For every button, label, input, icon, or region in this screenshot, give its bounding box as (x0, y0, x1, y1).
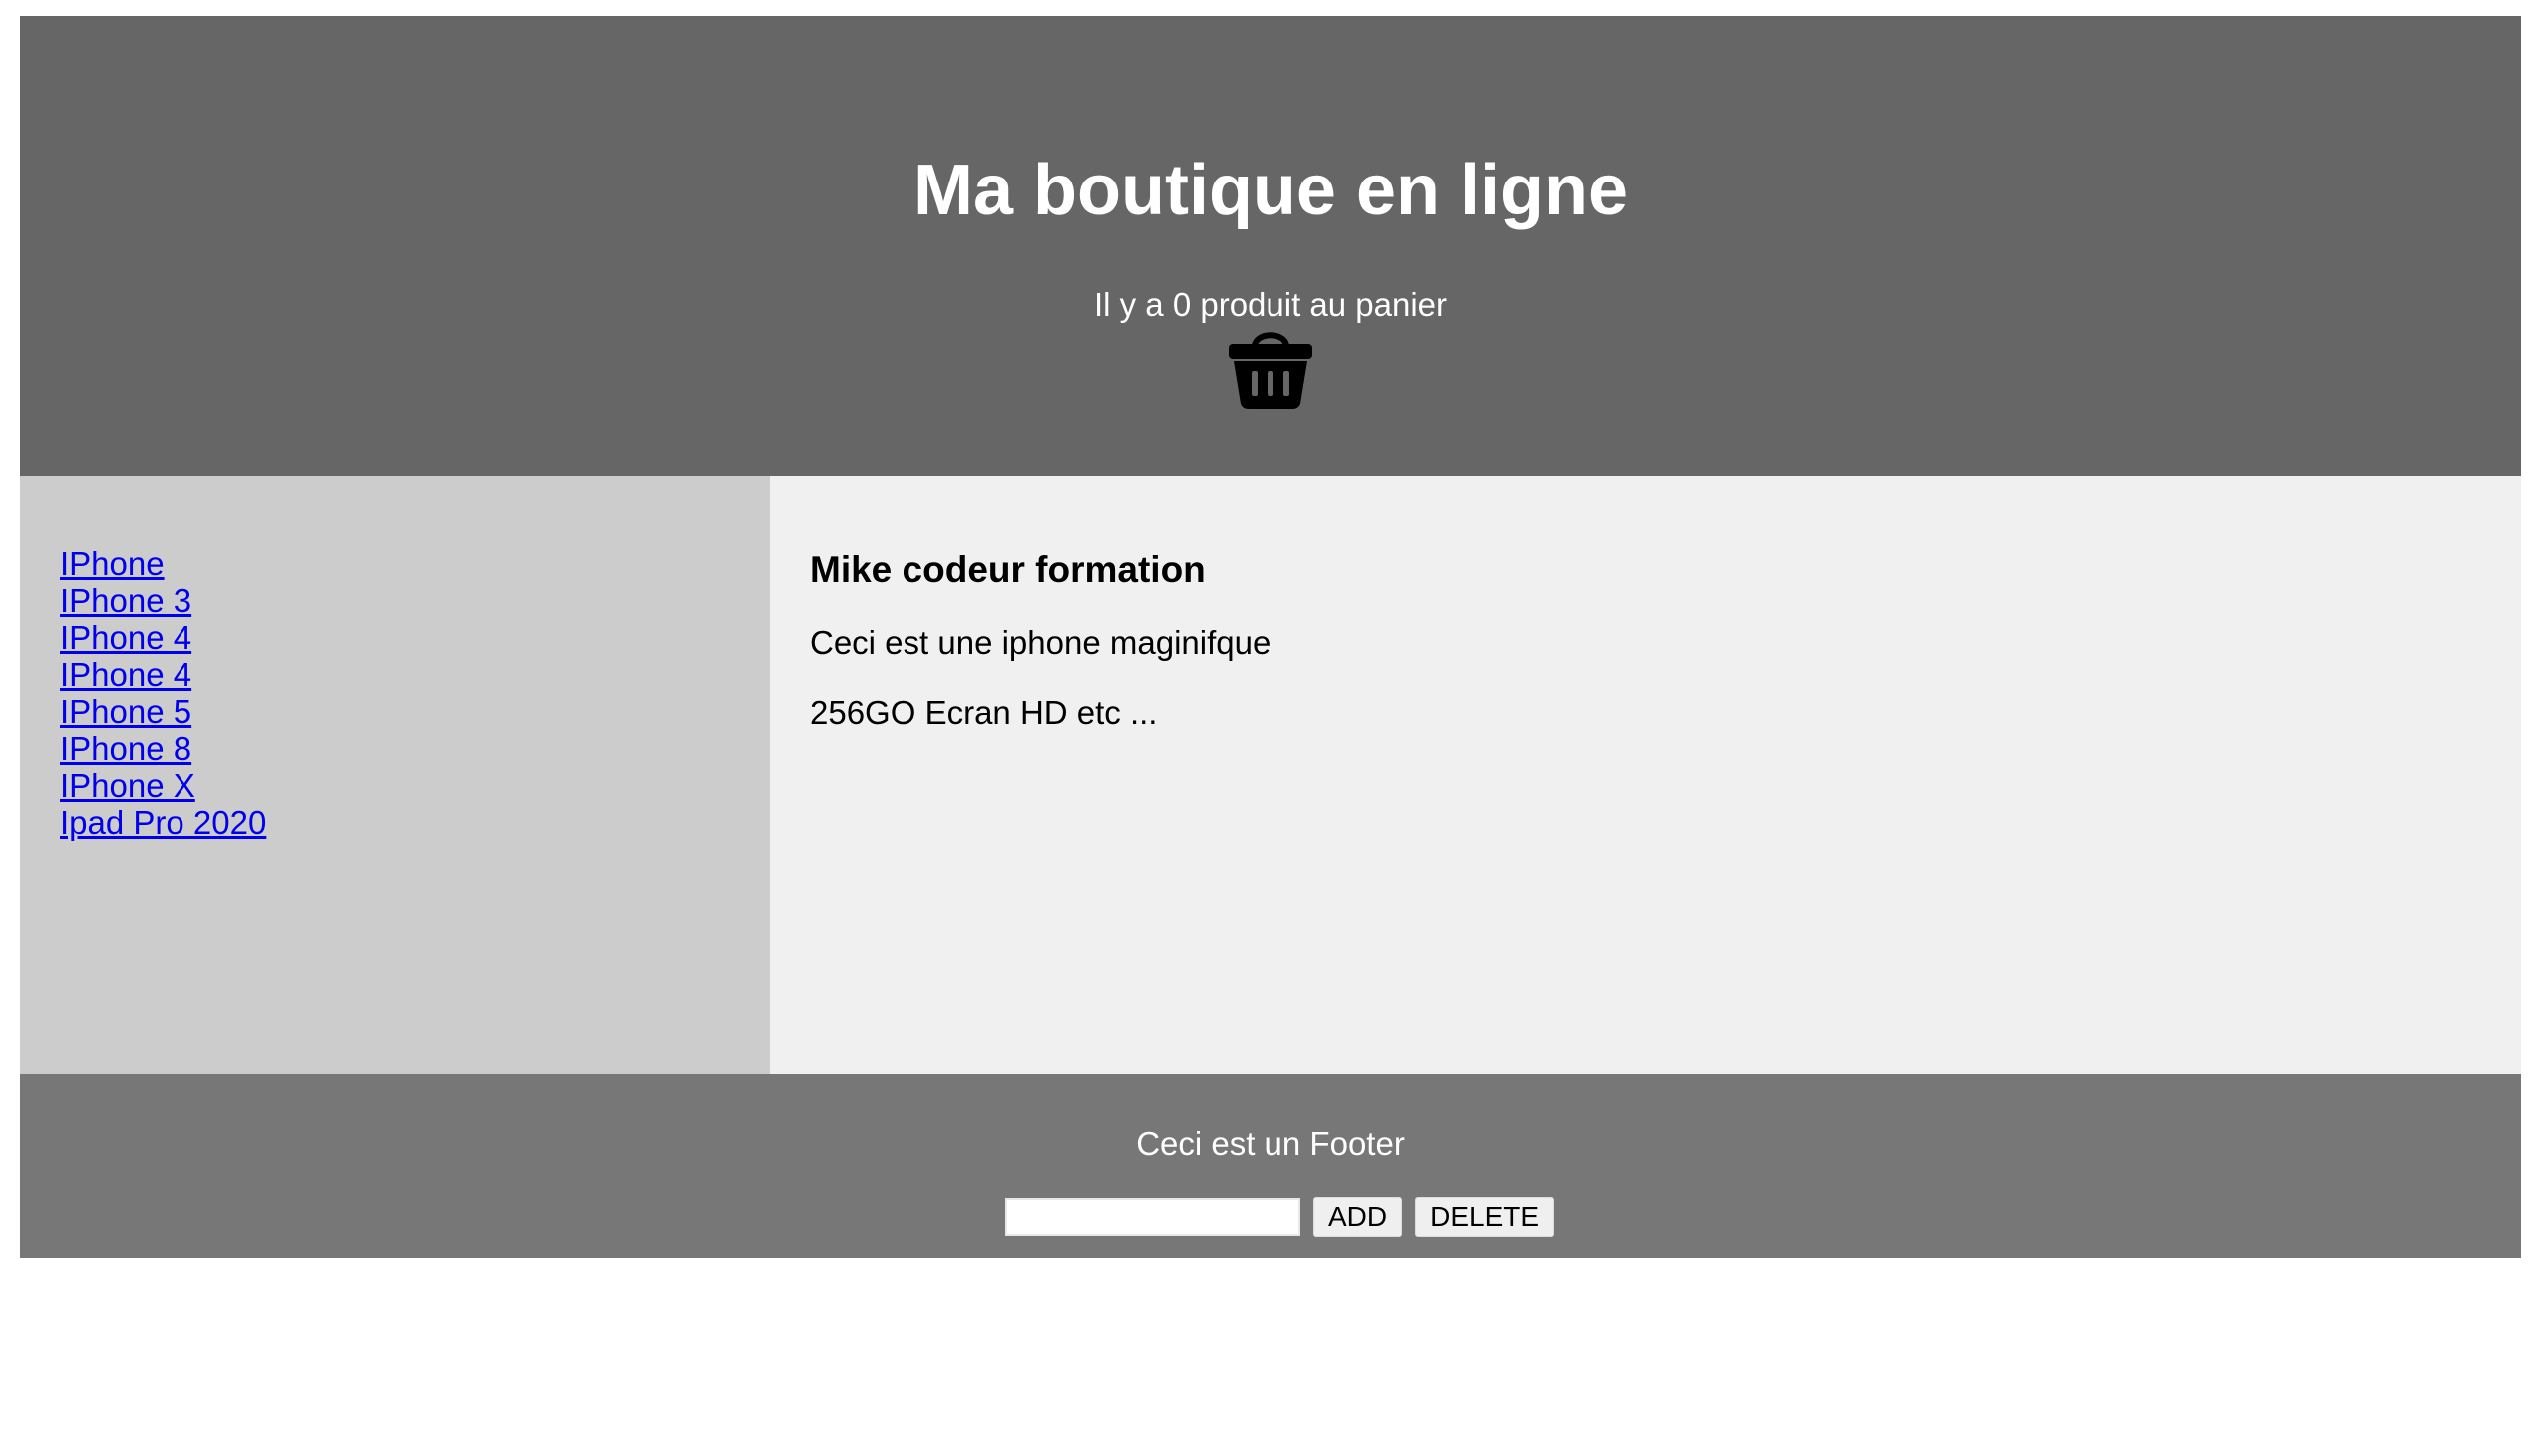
product-link[interactable]: IPhone 5 (60, 693, 191, 730)
delete-button[interactable]: DELETE (1415, 1197, 1555, 1237)
browser-window: Ma boutique en ligne Il y a 0 produit au… (0, 0, 2539, 1456)
product-link[interactable]: IPhone 4 (60, 656, 191, 693)
sidebar-item: IPhone 4 (60, 656, 770, 693)
product-link[interactable]: Ipad Pro 2020 (60, 804, 266, 841)
basket-icon[interactable] (1227, 329, 1314, 411)
product-sidebar: IPhone IPhone 3 IPhone 4 IPhone 4 IPhone 5 IP… (20, 476, 770, 1074)
main-area: IPhone IPhone 3 IPhone 4 IPhone 4 IPhone 5 IP… (20, 476, 2521, 1074)
product-heading: Mike codeur formation (810, 549, 1206, 590)
shop-page: Ma boutique en ligne Il y a 0 produit au… (20, 16, 2521, 1258)
sidebar-item: IPhone 8 (60, 730, 770, 767)
product-specs: 256GO Ecran HD etc ... (810, 694, 1158, 731)
product-link[interactable]: IPhone 4 (60, 619, 191, 656)
product-link-list: IPhone IPhone 3 IPhone 4 IPhone 4 IPhone 5 IP… (60, 546, 770, 841)
product-link[interactable]: IPhone X (60, 767, 195, 804)
site-footer: Ceci est un Footer ADD DELETE (20, 1074, 2521, 1258)
footer-form: ADD DELETE (1005, 1197, 1555, 1237)
footer-text: Ceci est un Footer (1136, 1125, 1405, 1162)
sidebar-item: IPhone (60, 546, 770, 582)
page-title: Ma boutique en ligne (913, 151, 1628, 230)
add-button[interactable]: ADD (1313, 1197, 1403, 1237)
product-link[interactable]: IPhone 8 (60, 730, 191, 767)
product-description: Ceci est une iphone maginifque (810, 624, 1271, 661)
sidebar-item: Ipad Pro 2020 (60, 804, 770, 841)
product-content: Mike codeur formation Ceci est une iphon… (770, 476, 2521, 1074)
sidebar-item: IPhone 3 (60, 582, 770, 619)
sidebar-item: IPhone 5 (60, 693, 770, 730)
sidebar-item: IPhone 4 (60, 619, 770, 656)
product-link[interactable]: IPhone 3 (60, 582, 191, 619)
product-input[interactable] (1005, 1198, 1300, 1236)
site-header: Ma boutique en ligne Il y a 0 produit au… (20, 16, 2521, 476)
product-link[interactable]: IPhone (60, 546, 165, 582)
sidebar-item: IPhone X (60, 767, 770, 804)
cart-count-text: Il y a 0 produit au panier (1093, 286, 1448, 323)
